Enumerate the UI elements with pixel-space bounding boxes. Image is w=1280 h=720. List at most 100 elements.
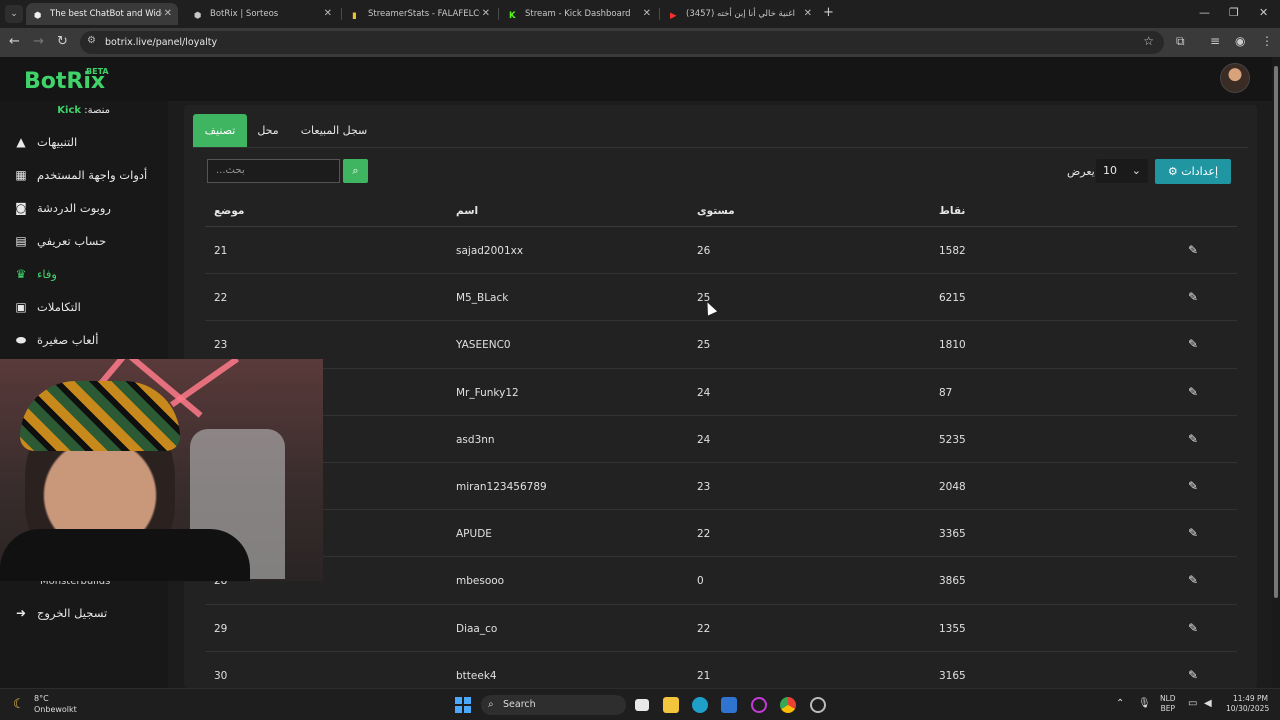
reading-list-icon[interactable]: ≡ — [1210, 34, 1220, 48]
edit-pencil-icon[interactable]: ✎ — [1188, 526, 1198, 540]
reload-icon[interactable]: ↻ — [57, 34, 68, 49]
browser-tab-5[interactable]: ▶ (3457) اغنية خالي أنا إبن أخته ✕ — [662, 3, 818, 25]
edit-pencil-icon[interactable]: ✎ — [1188, 290, 1198, 304]
menu-kebab-icon[interactable]: ⋮ — [1261, 34, 1273, 48]
browser-tab-3[interactable]: ▮ StreamerStats - FALAFELCO Pro ✕ — [344, 3, 496, 25]
forward-icon[interactable]: → — [33, 34, 44, 49]
table-row: 21 sajad2001xx 26 1582 ✎ — [205, 227, 1237, 275]
search-icon: ⌕ — [352, 164, 359, 177]
restore-icon[interactable]: ❐ — [1229, 6, 1239, 19]
weather-temp[interactable]: 8°C — [34, 694, 49, 703]
search-input[interactable]: ...بحث — [207, 159, 340, 183]
edit-pencil-icon[interactable]: ✎ — [1188, 385, 1198, 399]
column-name[interactable]: اسم — [456, 205, 478, 217]
edit-pencil-icon[interactable]: ✎ — [1188, 337, 1198, 351]
edge-icon[interactable] — [692, 697, 708, 713]
obs-icon[interactable] — [810, 697, 826, 713]
sidebar-item-chatbot[interactable]: ◙ روبوت الدردشة — [0, 193, 168, 223]
close-tab-icon[interactable]: ✕ — [643, 3, 651, 25]
browser-tab-4[interactable]: K Stream - Kick Dashboard ✕ — [501, 3, 657, 25]
settings-button[interactable]: ⚙ إعدادات — [1155, 159, 1231, 184]
file-explorer-icon[interactable] — [663, 697, 679, 713]
close-tab-icon[interactable]: ✕ — [482, 3, 490, 25]
tray-chevron-icon[interactable]: ⌃ — [1116, 698, 1124, 709]
back-icon[interactable]: ← — [9, 34, 20, 49]
language-indicator[interactable]: NLD BEP — [1160, 694, 1176, 714]
windows-start-icon[interactable] — [455, 697, 471, 713]
sidebar-item-minigames[interactable]: ⬬ ألعاب صغيرة — [0, 325, 168, 355]
edit-pencil-icon[interactable]: ✎ — [1188, 573, 1198, 587]
cell-position: 29 — [214, 622, 228, 635]
sidebar-item-integrations[interactable]: ▣ التكاملات — [0, 292, 168, 322]
botrix-favicon-icon: ⬢ — [34, 11, 42, 21]
task-view-icon[interactable] — [635, 699, 649, 711]
search-button[interactable]: ⌕ — [343, 159, 368, 183]
cell-points: 2048 — [939, 480, 966, 493]
column-level[interactable]: مستوى — [697, 205, 735, 217]
tabs-divider — [193, 147, 1248, 148]
edit-pencil-icon[interactable]: ✎ — [1188, 621, 1198, 635]
browser-tab-2[interactable]: ⬢ BotRix | Sorteos ✕ — [186, 3, 338, 25]
edit-pencil-icon[interactable]: ✎ — [1188, 479, 1198, 493]
sidebar-item-label: تسجيل الخروج — [37, 606, 108, 620]
integrations-icon: ▣ — [15, 300, 27, 314]
edit-pencil-icon[interactable]: ✎ — [1188, 243, 1198, 257]
tab-title: The best ChatBot and Widgets — [50, 9, 162, 19]
opera-icon[interactable] — [751, 697, 767, 713]
volume-icon[interactable]: ◀ — [1204, 698, 1212, 709]
browser-tab-1[interactable]: ⬢ The best ChatBot and Widgets ✕ — [26, 3, 178, 25]
settings-label: إعدادات — [1181, 165, 1219, 178]
taskbar-search[interactable]: ⌕ Search — [481, 695, 626, 715]
sidebar-item-loyalty[interactable]: ♛ وفاء — [0, 259, 168, 289]
site-info-icon[interactable]: ⚙ — [87, 35, 96, 46]
column-points[interactable]: نقاط — [939, 205, 965, 217]
sidebar-item-label: أدوات واجهة المستخدم — [37, 168, 148, 182]
sidebar-item-label: حساب تعريفي — [37, 234, 107, 248]
logout-icon: ➜ — [15, 606, 27, 620]
user-avatar[interactable] — [1220, 63, 1250, 93]
sidebar-item-profile[interactable]: ▤ حساب تعريفي — [0, 226, 168, 256]
tab-shop[interactable]: محل — [250, 114, 286, 147]
network-icon[interactable]: ▭ — [1188, 698, 1197, 709]
close-tab-icon[interactable]: ✕ — [804, 3, 812, 25]
browser-tab-bar: ⌄ ⬢ The best ChatBot and Widgets ✕ ⬢ BotRi… — [0, 0, 1280, 28]
per-page-select[interactable]: 10 ⌄ — [1096, 159, 1148, 183]
extensions-icon[interactable]: ⧉ — [1176, 34, 1185, 49]
profile-icon[interactable]: ◉ — [1235, 34, 1245, 48]
edit-pencil-icon[interactable]: ✎ — [1188, 668, 1198, 682]
kick-favicon-icon: K — [509, 11, 516, 21]
scrollbar-thumb[interactable] — [1274, 66, 1278, 598]
sidebar-item-alerts[interactable]: ▲ التنبيهات — [0, 127, 168, 157]
tab-search-icon[interactable]: ⌄ — [5, 5, 23, 23]
clock-date: 10/30/2025 — [1226, 704, 1270, 713]
close-tab-icon[interactable]: ✕ — [164, 3, 172, 25]
microphone-icon[interactable]: 🎙 — [1138, 698, 1151, 709]
tab-ranking[interactable]: تصنيف — [193, 114, 247, 147]
moon-weather-icon: ☾ — [13, 697, 25, 712]
store-icon[interactable] — [721, 697, 737, 713]
beta-badge: BETA — [86, 67, 109, 76]
close-window-icon[interactable]: ✕ — [1259, 6, 1268, 19]
edit-pencil-icon[interactable]: ✎ — [1188, 432, 1198, 446]
weather-desc[interactable]: Onbewolkt — [34, 705, 77, 714]
cell-level: 22 — [697, 622, 711, 635]
system-clock[interactable]: 11:49 PM 10/30/2025 — [1226, 694, 1270, 714]
cell-name: M5_BLack — [456, 292, 509, 305]
taskbar-search-label: Search — [503, 699, 536, 710]
search-icon: ⌕ — [488, 699, 494, 710]
show-label: يعرض: — [1067, 165, 1098, 178]
new-tab-icon[interactable]: + — [823, 5, 834, 20]
cell-level: 25 — [697, 339, 711, 352]
sidebar-item-widgets[interactable]: ▦ أدوات واجهة المستخدم — [0, 160, 168, 190]
close-tab-icon[interactable]: ✕ — [324, 3, 332, 25]
chrome-icon[interactable] — [780, 697, 796, 713]
cell-position: 21 — [214, 245, 228, 257]
cell-points: 6215 — [939, 292, 966, 305]
per-page-value: 10 — [1103, 164, 1117, 177]
address-bar[interactable]: ⚙ botrix.live/panel/loyalty ☆ — [80, 31, 1164, 54]
tab-sales-log[interactable]: سجل المبيعات — [289, 114, 379, 147]
minimize-icon[interactable]: — — [1199, 6, 1210, 19]
column-position[interactable]: موضع — [214, 205, 244, 217]
sidebar-item-logout[interactable]: ➜ تسجيل الخروج — [0, 598, 168, 628]
bookmark-star-icon[interactable]: ☆ — [1143, 34, 1154, 48]
